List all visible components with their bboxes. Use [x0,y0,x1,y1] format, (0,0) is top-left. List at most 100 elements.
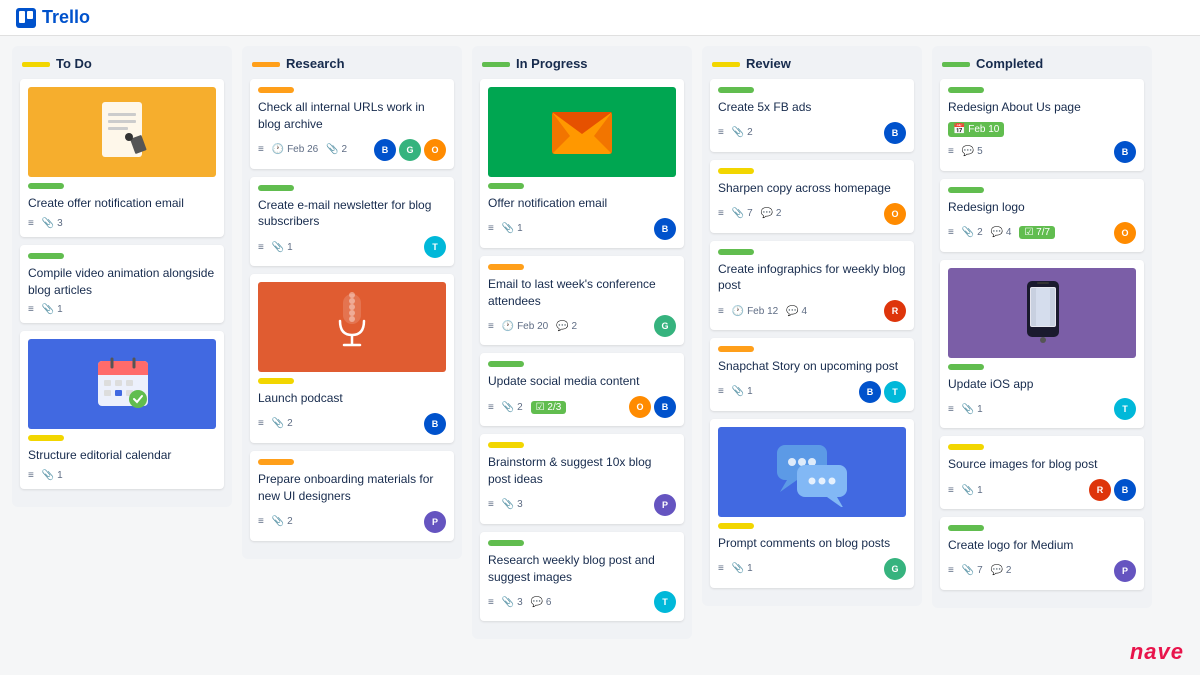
card-meta: ≡ 📎 7 💬 2 O [718,203,906,225]
card-label [488,540,524,546]
card-avatars: R [884,300,906,322]
card-meta: ≡📎 3💬 6T [488,591,676,613]
card[interactable]: Create e-mail newsletter for blog subscr… [250,177,454,267]
clip-count: 📎 7 [732,208,753,219]
lines-icon: ≡ [718,208,724,219]
card[interactable]: Launch podcast≡📎 2B [250,274,454,443]
card[interactable]: Update iOS app≡📎 1T [940,260,1144,429]
card[interactable]: Prompt comments on blog posts≡📎 1G [710,419,914,588]
avatar: B [884,122,906,144]
card-title: Prepare onboarding materials for new UI … [258,471,446,505]
card-title: Structure editorial calendar [28,447,216,464]
lines-icon: ≡ [488,321,494,332]
card-avatars: B [884,122,906,144]
clip-count: 📎 2 [732,127,753,138]
clip-count: 📎 3 [42,218,63,229]
clip-count: 📎 1 [272,242,293,253]
lines-icon: ≡ [718,306,724,317]
lines-icon: ≡ [258,516,264,527]
card-avatars: O [884,203,906,225]
nave-logo: nave [1130,639,1184,665]
avatar: O [1114,222,1136,244]
comment-count: 💬 2 [556,321,577,332]
card-label [258,378,294,384]
lines-icon: ≡ [718,563,724,574]
clip-count: 📎 1 [962,404,983,415]
card[interactable]: Create offer notification email ≡📎 3 [20,79,224,237]
card-avatars: T [1114,398,1136,420]
card-meta: ≡💬 5B [948,141,1136,163]
card[interactable]: Check all internal URLs work in blog arc… [250,79,454,169]
clip-count: 📎 1 [962,485,983,496]
card-label [718,346,754,352]
card[interactable]: Email to last week's conference attendee… [480,256,684,346]
card[interactable]: Create 5x FB ads≡📎 2B [710,79,914,152]
column-completed: CompletedRedesign About Us page📅 Feb 10≡… [932,46,1152,608]
clip-count: 📎 3 [502,499,523,510]
clip-count: 📎 2 [272,418,293,429]
card-avatars: B [654,218,676,240]
lines-icon: ≡ [488,402,494,413]
avatar: B [654,218,676,240]
card-meta: ≡📎 1BT [718,381,906,403]
card-title: Snapchat Story on upcoming post [718,358,906,375]
clip-count: 📎 1 [732,386,753,397]
card-image [28,87,216,177]
card-label [718,87,754,93]
card[interactable]: Redesign logo≡📎 2💬 4☑ 7/7O [940,179,1144,252]
card-meta: ≡📎 3P [488,494,676,516]
card-label [258,459,294,465]
avatar: R [1089,479,1111,501]
card[interactable]: Research weekly blog post and suggest im… [480,532,684,622]
trello-logo: Trello [16,7,90,28]
card[interactable]: Brainstorm & suggest 10x blog post ideas… [480,434,684,524]
lines-icon: ≡ [718,386,724,397]
card-title: Create offer notification email [28,195,216,212]
card[interactable]: Redesign About Us page📅 Feb 10≡💬 5B [940,79,1144,171]
card-meta: ≡📎 2B [258,413,446,435]
avatar: B [1114,479,1136,501]
card-title: Brainstorm & suggest 10x blog post ideas [488,454,676,488]
card[interactable]: Create logo for Medium≡📎 7💬 2P [940,517,1144,590]
app-header: Trello [0,0,1200,36]
card[interactable]: Compile video animation alongside blog a… [20,245,224,324]
comment-count: 💬 2 [761,208,782,219]
card[interactable]: Offer notification email ≡ 📎 1 B [480,79,684,248]
clip-count: 📎 2 [962,227,983,238]
card-avatars: OB [629,396,676,418]
card-title: Offer notification email [488,195,676,212]
card-meta: ≡🕐 Feb 20💬 2G [488,315,676,337]
card-meta: ≡ 📎 1 B [488,218,676,240]
lines-icon: ≡ [948,146,954,157]
avatar: T [424,236,446,258]
comment-count: 💬 4 [786,306,807,317]
card-image [718,427,906,517]
clip-count: 📎 1 [502,223,523,234]
card-label [488,183,524,189]
clip-count: 📎 2 [326,144,347,155]
card[interactable]: Sharpen copy across homepage≡📎 7💬 2O [710,160,914,233]
avatar: B [374,139,396,161]
lines-icon: ≡ [488,597,494,608]
avatar: O [629,396,651,418]
card[interactable]: Structure editorial calendar≡📎 1 [20,331,224,489]
card[interactable]: Snapchat Story on upcoming post≡📎 1BT [710,338,914,411]
progress-tag: ☑ 2/3 [531,401,567,414]
avatar: O [884,203,906,225]
column-header: Review [710,56,914,71]
card-meta: ≡📎 1 [28,304,216,315]
card[interactable]: Create infographics for weekly blog post… [710,241,914,331]
card[interactable]: Update social media content≡📎 2☑ 2/3OB [480,353,684,426]
comment-count: 💬 5 [962,146,983,157]
avatar: B [424,413,446,435]
lines-icon: ≡ [488,223,494,234]
avatar: G [884,558,906,580]
card-date: 🕐 Feb 26 [272,144,318,155]
card[interactable]: Source images for blog post≡📎 1RB [940,436,1144,509]
card-avatars: B [424,413,446,435]
card-label [948,444,984,450]
card[interactable]: Prepare onboarding materials for new UI … [250,451,454,541]
avatar: G [654,315,676,337]
card-meta: ≡📎 3 [28,218,216,229]
progress-tag: ☑ 7/7 [1019,226,1055,239]
